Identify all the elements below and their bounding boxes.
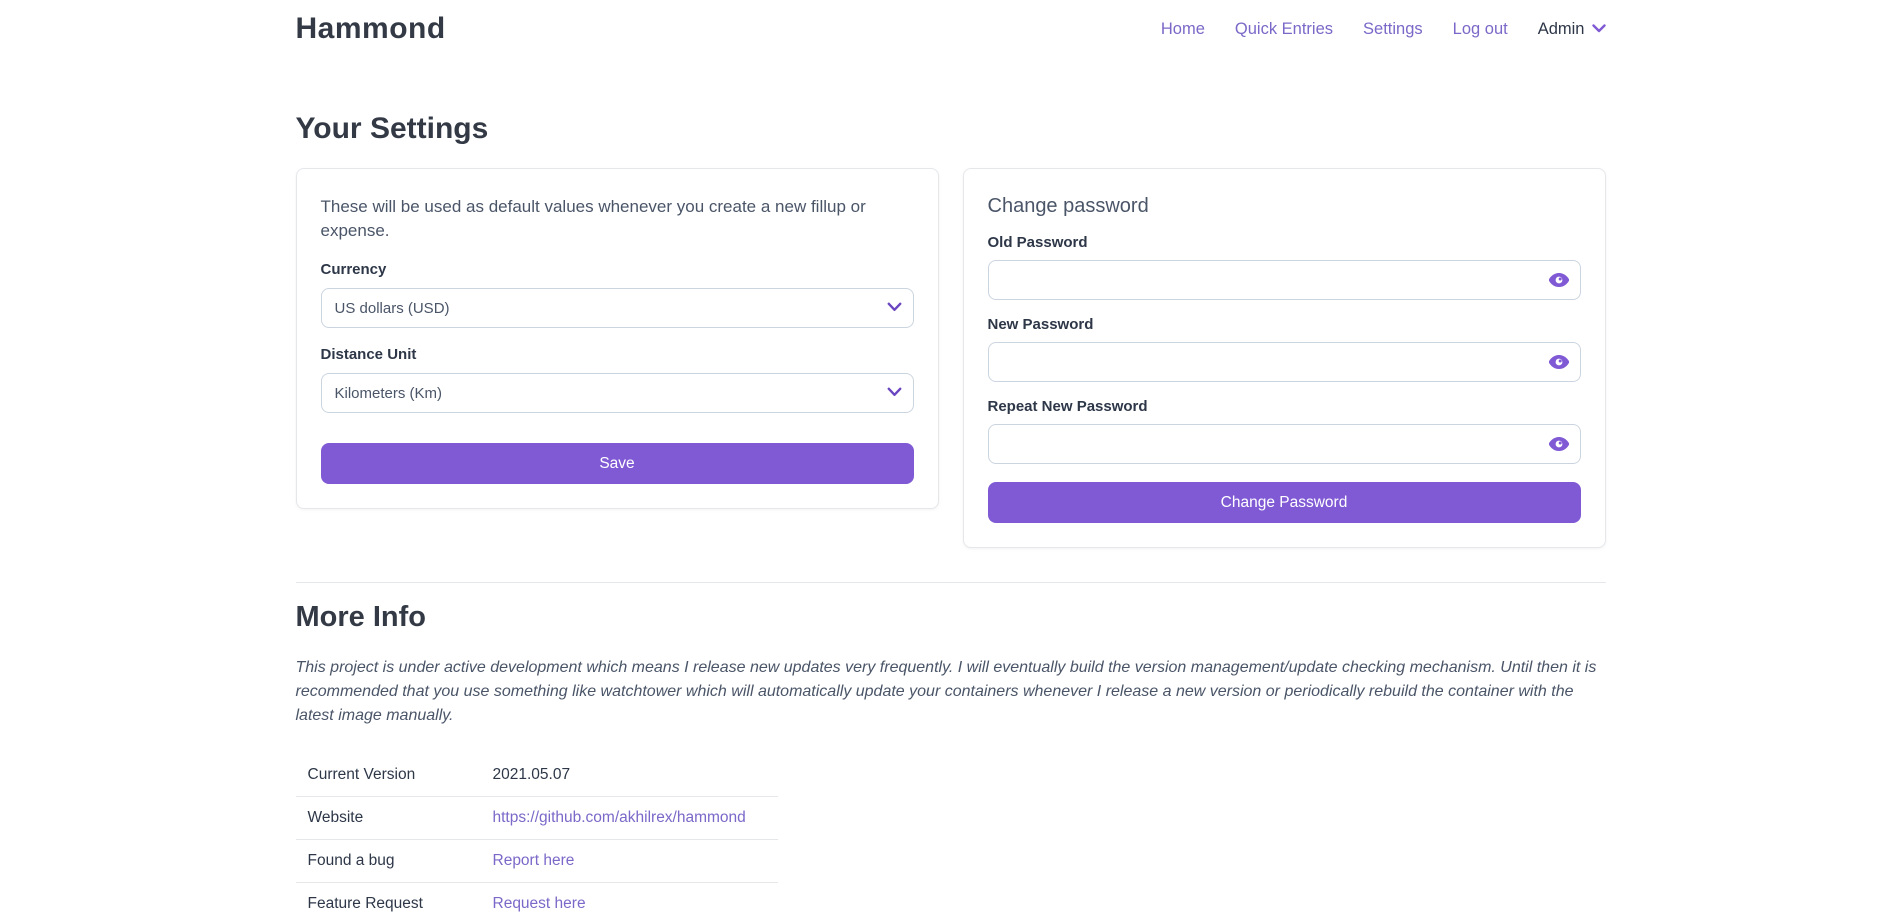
feature-request-link[interactable]: Request here — [493, 895, 586, 912]
more-info-title: More Info — [296, 601, 1606, 634]
eye-icon — [1549, 437, 1569, 451]
save-button[interactable]: Save — [321, 443, 914, 484]
repeat-new-password-label: Repeat New Password — [988, 398, 1581, 415]
chevron-down-icon — [1592, 20, 1606, 38]
table-row: Website https://github.com/akhilrex/hamm… — [296, 797, 778, 840]
page-title: Your Settings — [296, 112, 1606, 146]
old-password-field[interactable] — [988, 260, 1581, 300]
distance-unit-select[interactable]: Kilometers (Km) — [321, 373, 914, 413]
nav-item-settings[interactable]: Settings — [1363, 20, 1423, 39]
distance-unit-label: Distance Unit — [321, 346, 914, 363]
currency-label: Currency — [321, 261, 914, 278]
defaults-card: These will be used as default values whe… — [296, 168, 939, 509]
new-password-field[interactable] — [988, 342, 1581, 382]
toggle-new-password-visibility-button[interactable] — [1549, 355, 1569, 369]
more-info-table: Current Version 2021.05.07 Website https… — [296, 754, 778, 914]
brand-logo[interactable]: Hammond — [296, 12, 446, 46]
nav-item-logout[interactable]: Log out — [1453, 20, 1508, 39]
currency-select[interactable]: US dollars (USD) — [321, 288, 914, 328]
main-nav: Home Quick Entries Settings Log out Admi… — [1161, 20, 1606, 39]
user-menu-label: Admin — [1538, 20, 1585, 39]
defaults-description: These will be used as default values whe… — [321, 195, 881, 243]
info-label-found-a-bug: Found a bug — [296, 840, 481, 883]
more-info-note: This project is under active development… — [296, 656, 1606, 728]
eye-icon — [1549, 355, 1569, 369]
info-label-current-version: Current Version — [296, 754, 481, 797]
user-menu[interactable]: Admin — [1538, 20, 1606, 39]
nav-item-home[interactable]: Home — [1161, 20, 1205, 39]
info-label-website: Website — [296, 797, 481, 840]
website-link[interactable]: https://github.com/akhilrex/hammond — [493, 809, 746, 826]
app-header: Hammond Home Quick Entries Settings Log … — [0, 0, 1901, 46]
report-bug-link[interactable]: Report here — [493, 852, 575, 869]
change-password-card: Change password Old Password New Passwor… — [963, 168, 1606, 548]
nav-item-quick-entries[interactable]: Quick Entries — [1235, 20, 1333, 39]
eye-icon — [1549, 273, 1569, 287]
table-row: Feature Request Request here — [296, 883, 778, 914]
section-divider — [296, 582, 1606, 583]
toggle-old-password-visibility-button[interactable] — [1549, 273, 1569, 287]
repeat-new-password-field[interactable] — [988, 424, 1581, 464]
toggle-repeat-password-visibility-button[interactable] — [1549, 437, 1569, 451]
table-row: Current Version 2021.05.07 — [296, 754, 778, 797]
change-password-button[interactable]: Change Password — [988, 482, 1581, 523]
table-row: Found a bug Report here — [296, 840, 778, 883]
info-value-current-version: 2021.05.07 — [481, 754, 778, 797]
info-label-feature-request: Feature Request — [296, 883, 481, 914]
main-content: Your Settings These will be used as defa… — [296, 112, 1606, 914]
new-password-label: New Password — [988, 316, 1581, 333]
change-password-title: Change password — [988, 195, 1581, 218]
old-password-label: Old Password — [988, 234, 1581, 251]
